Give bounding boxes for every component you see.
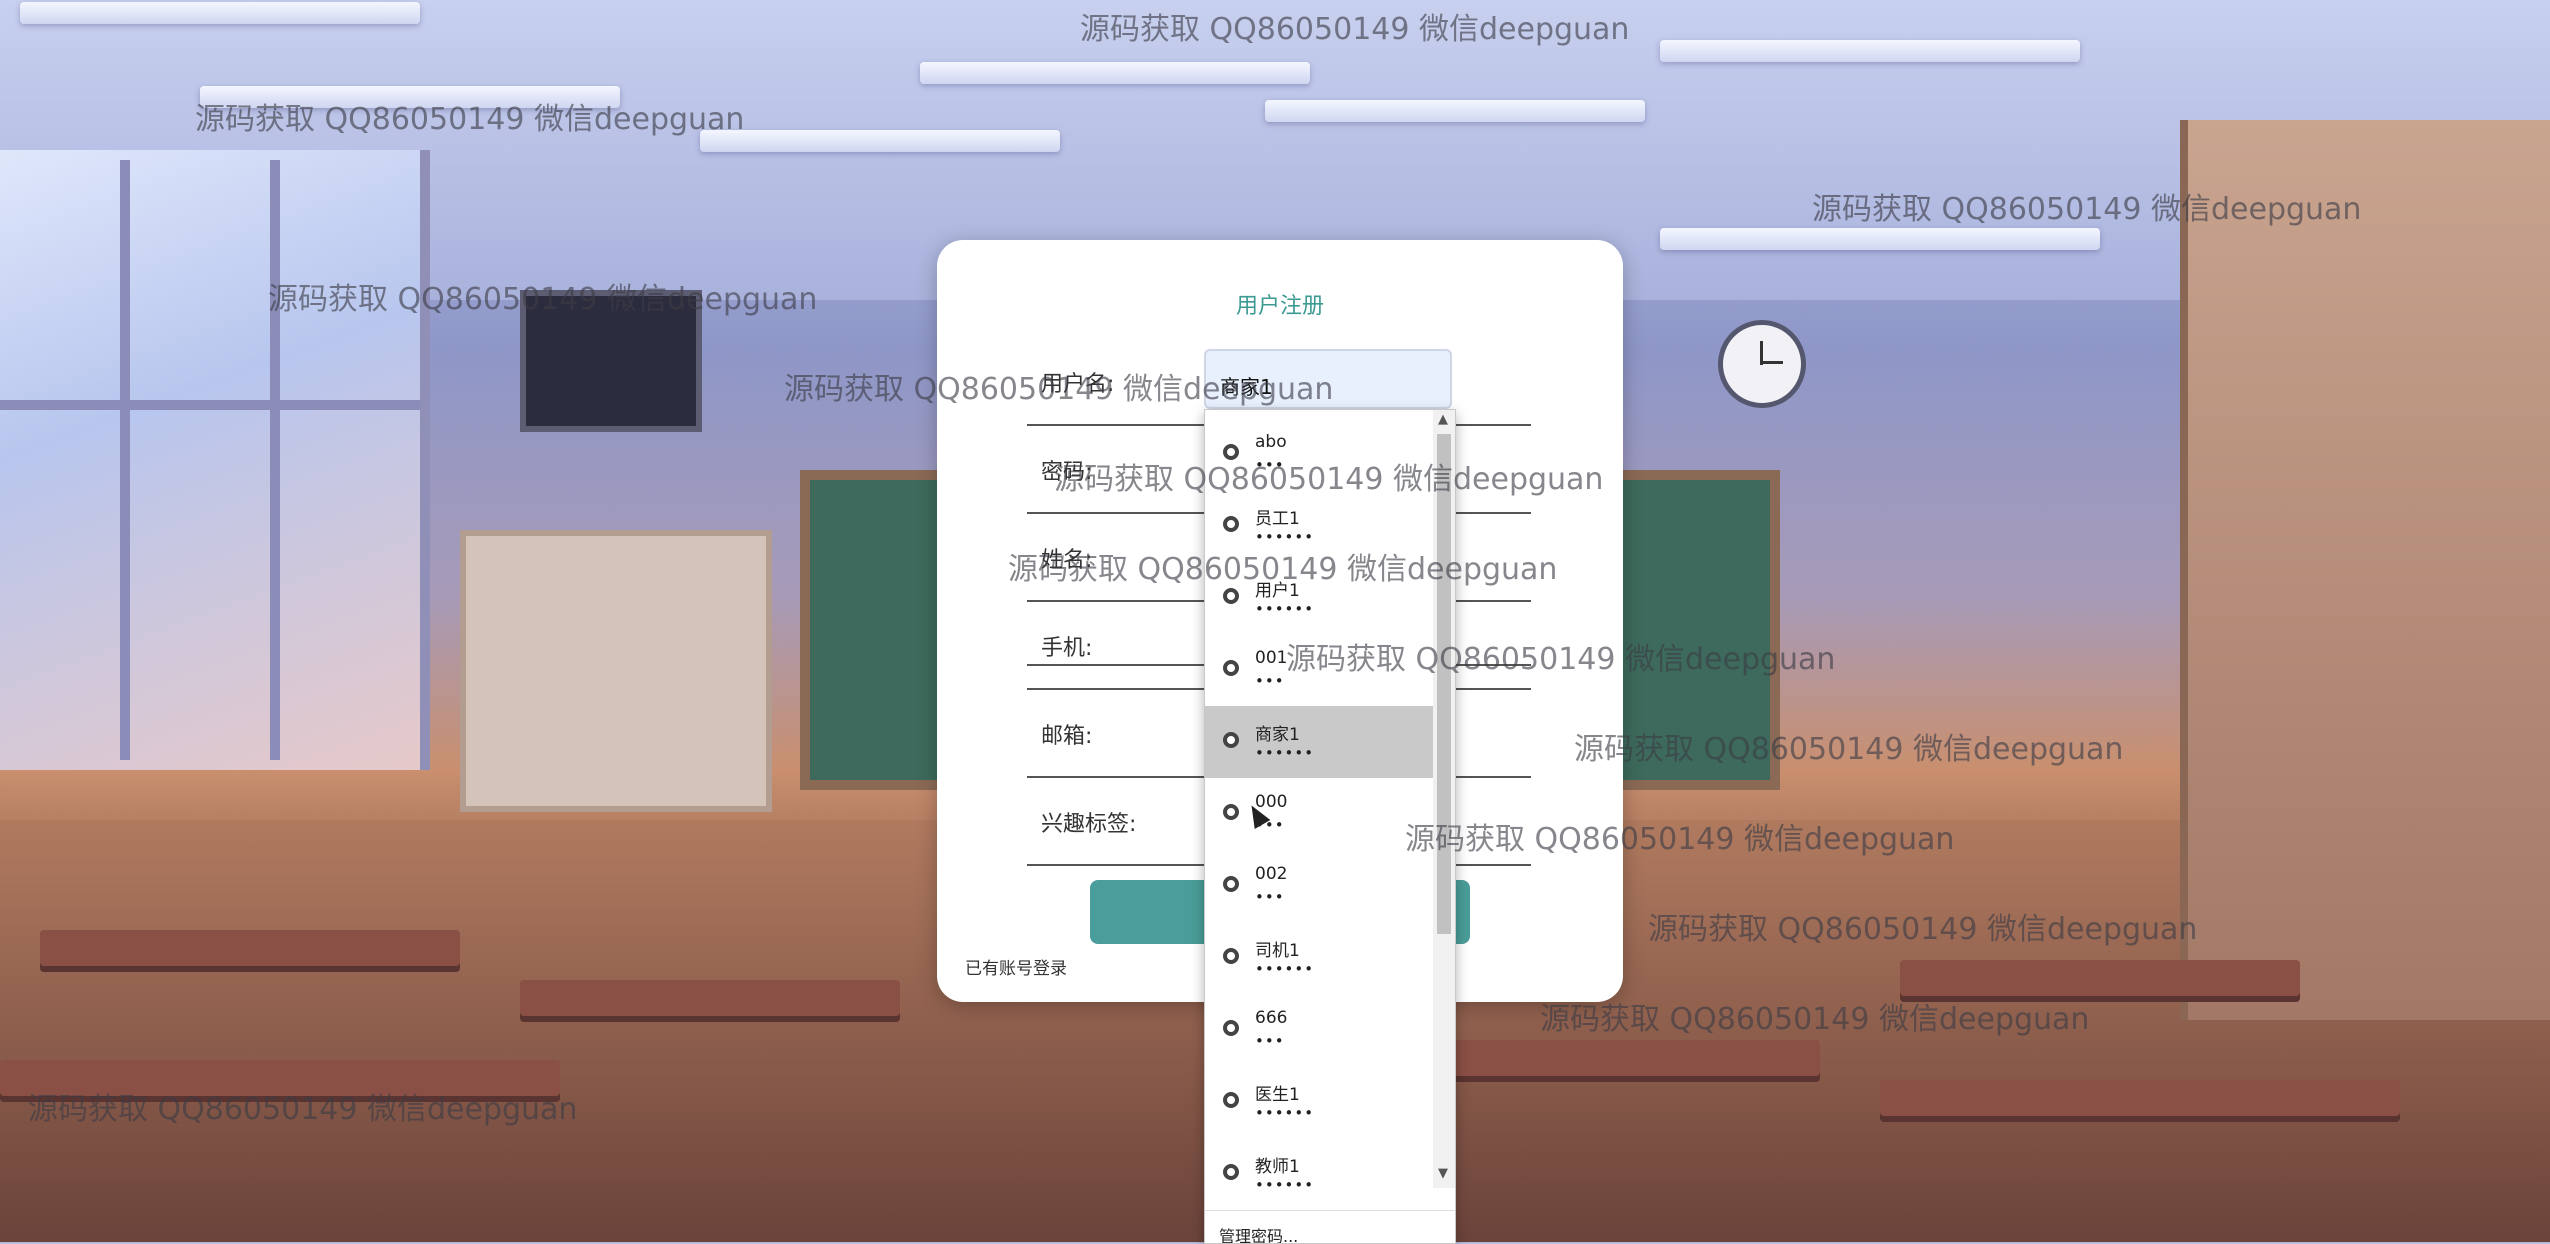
autofill-username: 001 <box>1255 648 1288 668</box>
window-frame <box>0 400 420 410</box>
autofill-username: 医生1 <box>1255 1085 1300 1105</box>
autofill-password: •••••• <box>1255 744 1315 762</box>
autofill-item[interactable]: 教师1 •••••• <box>1205 1138 1433 1210</box>
autofill-item[interactable]: 666 ••• <box>1205 994 1433 1066</box>
autofill-password: •••••• <box>1255 600 1315 618</box>
autofill-item[interactable]: 医生1 •••••• <box>1205 1066 1433 1138</box>
globe-icon <box>1223 876 1239 892</box>
globe-icon <box>1223 444 1239 460</box>
ceiling-light <box>700 130 1060 152</box>
window-frame <box>120 160 130 760</box>
globe-icon <box>1223 732 1239 748</box>
autofill-password: •••••• <box>1255 1104 1315 1122</box>
autofill-password: ••• <box>1255 1032 1285 1050</box>
autofill-dropdown: abo ••• 员工1 •••••• 用户1 •••••• 001 ••• 商家… <box>1204 409 1456 1244</box>
ceiling-light <box>1265 100 1645 122</box>
username-field[interactable]: 商家1 <box>1204 349 1452 409</box>
autofill-username: 666 <box>1255 1008 1288 1028</box>
globe-icon <box>1223 1020 1239 1036</box>
ceiling-light <box>1660 40 2080 62</box>
password-label: 密码: <box>1041 460 1093 485</box>
ceiling-light <box>920 62 1310 84</box>
globe-icon <box>1223 1164 1239 1180</box>
desk <box>520 980 900 1016</box>
door <box>2180 120 2550 1020</box>
globe-icon <box>1223 804 1239 820</box>
autofill-item-selected[interactable]: 商家1 •••••• <box>1205 706 1433 778</box>
autofill-username: 002 <box>1255 864 1288 884</box>
autofill-item[interactable]: abo ••• <box>1205 418 1433 490</box>
autofill-username: 司机1 <box>1255 941 1300 961</box>
autofill-item[interactable]: 001 ••• <box>1205 634 1433 706</box>
username-label: 用户名: <box>1041 372 1115 397</box>
manage-passwords-link[interactable]: 管理密码... <box>1205 1210 1455 1243</box>
name-label: 姓名: <box>1041 548 1093 573</box>
email-label: 邮箱: <box>1041 724 1093 749</box>
desk <box>1880 1080 2400 1116</box>
globe-icon <box>1223 1092 1239 1108</box>
autofill-item[interactable]: 000 ••• <box>1205 778 1433 850</box>
desk <box>1900 960 2300 996</box>
autofill-item[interactable]: 002 ••• <box>1205 850 1433 922</box>
phone-label: 手机: <box>1041 636 1093 661</box>
autofill-item[interactable]: 用户1 •••••• <box>1205 562 1433 634</box>
globe-icon <box>1223 588 1239 604</box>
autofill-password: •••••• <box>1255 1176 1315 1194</box>
globe-icon <box>1223 660 1239 676</box>
desk <box>40 930 460 966</box>
interests-label: 兴趣标签: <box>1041 812 1137 837</box>
globe-icon <box>1223 516 1239 532</box>
window-frame <box>270 160 280 760</box>
ceiling-light <box>200 86 620 108</box>
login-link[interactable]: 已有账号登录 <box>965 954 1067 979</box>
ceiling-light <box>20 2 420 24</box>
bookshelf <box>460 530 772 812</box>
autofill-username: 商家1 <box>1255 725 1300 745</box>
chevron-up-icon[interactable]: ▲ <box>1438 412 1448 427</box>
chevron-down-icon[interactable]: ▼ <box>1438 1166 1448 1181</box>
desk <box>0 1060 560 1096</box>
autofill-password: •••••• <box>1255 960 1315 978</box>
autofill-password: ••• <box>1255 456 1285 474</box>
page-title: 用户注册 <box>1235 294 1324 319</box>
autofill-password: ••• <box>1255 672 1285 690</box>
dropdown-scrollbar[interactable]: ▲ ▼ <box>1433 410 1455 1188</box>
globe-icon <box>1223 948 1239 964</box>
autofill-username: 用户1 <box>1255 581 1300 601</box>
desk <box>1400 1040 1820 1076</box>
ceiling-light <box>1660 228 2100 250</box>
scrollbar-thumb[interactable] <box>1437 434 1451 934</box>
autofill-item[interactable]: 员工1 •••••• <box>1205 490 1433 562</box>
autofill-username: abo <box>1255 432 1287 452</box>
autofill-password: •••••• <box>1255 528 1315 546</box>
clock-icon <box>1718 320 1806 408</box>
autofill-item[interactable]: 司机1 •••••• <box>1205 922 1433 994</box>
autofill-username: 员工1 <box>1255 509 1300 529</box>
television <box>520 290 702 432</box>
autofill-password: ••• <box>1255 888 1285 906</box>
window <box>0 150 430 770</box>
autofill-username: 教师1 <box>1255 1157 1300 1177</box>
